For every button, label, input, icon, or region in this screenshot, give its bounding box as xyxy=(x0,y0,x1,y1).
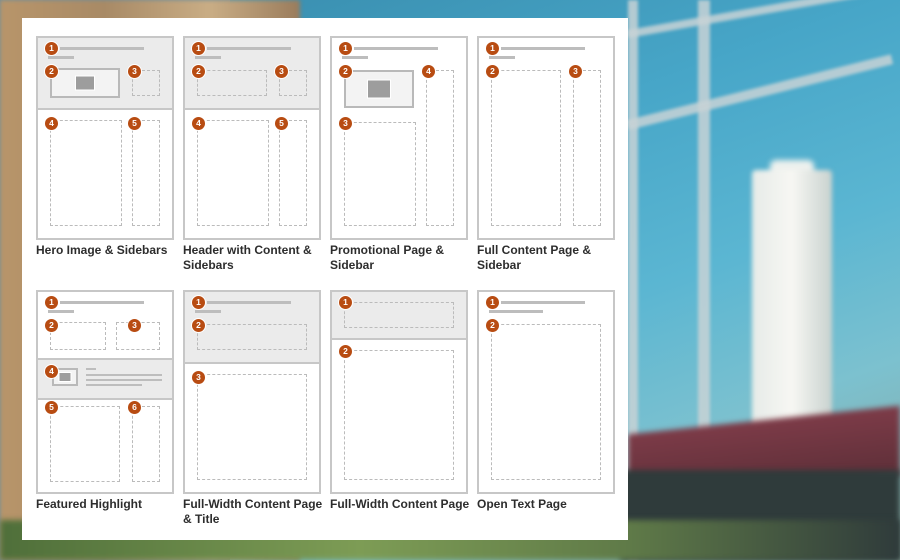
layout-title: Header with Content & Sidebars xyxy=(183,243,312,272)
badge: 2 xyxy=(44,318,59,333)
image-icon xyxy=(50,68,120,98)
layout-thumbnail: 1 2 3 xyxy=(477,36,615,240)
layout-options-panel: 1 2 3 4 5 Hero Image & Sidebars 1 2 3 4 … xyxy=(22,18,628,540)
layout-thumbnail: 1 2 3 4 5 6 xyxy=(36,290,174,494)
badge: 1 xyxy=(191,295,206,310)
layout-thumbnail: 1 2 3 4 xyxy=(330,36,468,240)
badge: 3 xyxy=(127,64,142,79)
layout-title: Full-Width Content Page xyxy=(330,497,470,511)
layout-thumbnail: 1 2 xyxy=(477,290,615,494)
badge: 2 xyxy=(338,64,353,79)
badge: 6 xyxy=(127,400,142,415)
badge: 2 xyxy=(338,344,353,359)
badge: 1 xyxy=(338,295,353,310)
badge: 2 xyxy=(485,64,500,79)
badge: 4 xyxy=(44,116,59,131)
badge: 3 xyxy=(127,318,142,333)
layout-thumbnail: 1 2 xyxy=(330,290,468,494)
badge: 1 xyxy=(191,41,206,56)
layout-title: Hero Image & Sidebars xyxy=(36,243,168,257)
badge: 3 xyxy=(568,64,583,79)
badge: 1 xyxy=(485,295,500,310)
badge: 5 xyxy=(274,116,289,131)
layout-thumbnail: 1 2 3 xyxy=(183,290,321,494)
badge: 3 xyxy=(274,64,289,79)
badge: 1 xyxy=(338,41,353,56)
layout-title: Full-Width Content Page & Title xyxy=(183,497,323,526)
badge: 2 xyxy=(191,64,206,79)
layout-title: Featured Highlight xyxy=(36,497,142,511)
layout-title: Promotional Page & Sidebar xyxy=(330,243,445,272)
badge: 5 xyxy=(44,400,59,415)
badge: 4 xyxy=(44,364,59,379)
badge: 1 xyxy=(485,41,500,56)
layout-title: Open Text Page xyxy=(477,497,567,511)
layout-thumbnail: 1 2 3 4 5 xyxy=(183,36,321,240)
image-icon xyxy=(344,70,414,108)
badge: 3 xyxy=(191,370,206,385)
badge: 2 xyxy=(191,318,206,333)
badge: 4 xyxy=(421,64,436,79)
badge: 4 xyxy=(191,116,206,131)
badge: 5 xyxy=(127,116,142,131)
layout-title: Full Content Page & Sidebar xyxy=(477,243,591,272)
badge: 1 xyxy=(44,41,59,56)
badge: 3 xyxy=(338,116,353,131)
badge: 2 xyxy=(485,318,500,333)
badge: 1 xyxy=(44,295,59,310)
layout-thumbnail: 1 2 3 4 5 xyxy=(36,36,174,240)
badge: 2 xyxy=(44,64,59,79)
